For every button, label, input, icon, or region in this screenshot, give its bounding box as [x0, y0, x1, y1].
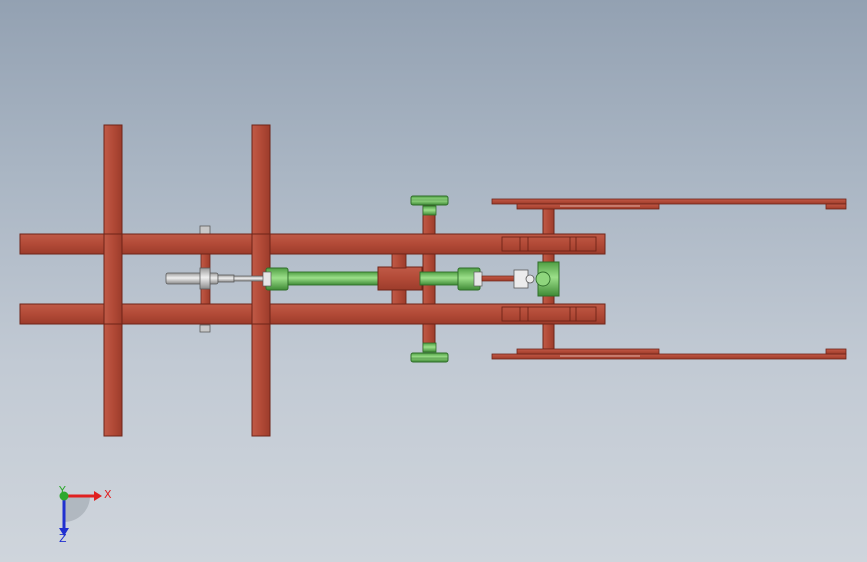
cad-graphics-viewport[interactable]: X Y Z [0, 0, 867, 562]
z-axis-label: Z [59, 532, 67, 545]
shaft-stub-bottom[interactable] [199, 324, 211, 333]
hydraulic-cylinder[interactable] [262, 253, 483, 305]
front-pivot[interactable] [535, 261, 560, 297]
front-link[interactable] [481, 269, 535, 289]
arm-bottom[interactable] [491, 348, 847, 360]
arm-top[interactable] [491, 198, 847, 210]
grey-link-left[interactable] [165, 267, 235, 290]
shaft-stub-top[interactable] [199, 225, 211, 235]
cross-beam-1-over [103, 233, 123, 325]
wheel-bottom[interactable] [410, 342, 449, 363]
assembly-top-view[interactable] [0, 0, 867, 562]
x-axis-label: X [104, 488, 112, 501]
wheel-top[interactable] [410, 195, 449, 216]
y-axis-label: Y [58, 484, 66, 497]
coordinate-triad: X Y Z [58, 484, 112, 545]
